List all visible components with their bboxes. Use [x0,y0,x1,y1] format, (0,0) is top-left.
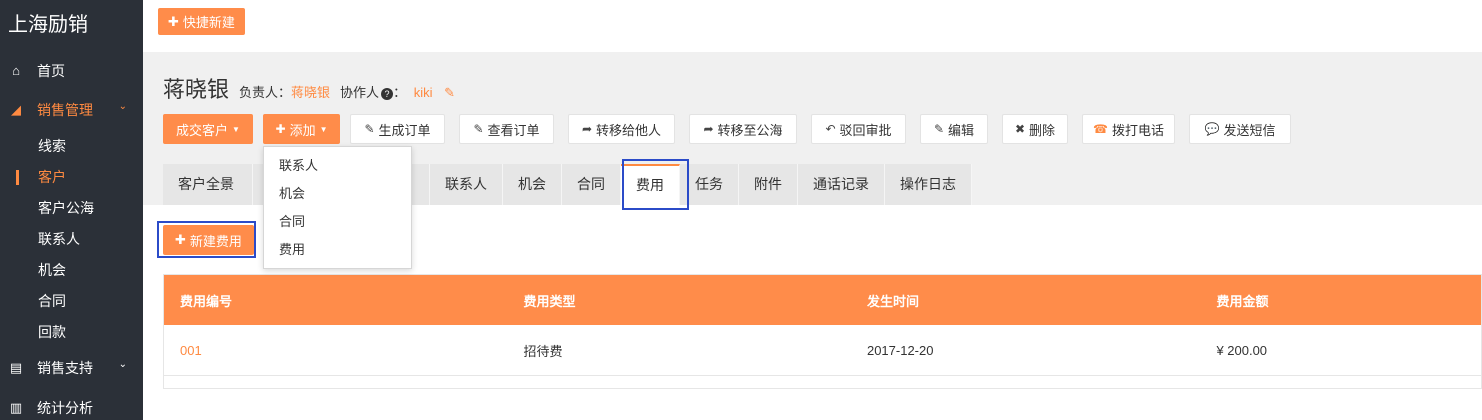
owner-name[interactable]: 蒋晓银 [291,85,330,100]
chevron-down-icon: ⌄ [118,101,127,112]
home-icon: ⌂ [12,63,20,78]
collaborator-colon: ： [393,85,407,100]
sidebar-item-contacts[interactable]: 联系人 [0,224,143,255]
chart-area-icon: ◢ [11,101,21,117]
column-header[interactable]: 费用金额 [1200,291,1481,310]
fee-amount: ¥ 200.00 [1216,342,1268,358]
pencil-icon[interactable]: ✎ [444,85,455,100]
column-header[interactable]: 发生时间 [851,291,1200,310]
tab-overview[interactable]: 客户全景 [163,164,253,205]
menu-item-contact[interactable]: 联系人 [264,152,411,180]
reject-approval-label: 驳回审批 [839,122,892,138]
menu-item-fee[interactable]: 费用 [264,236,411,264]
edit-icon: ✎ [473,122,484,136]
edit-button[interactable]: ✎ 编辑 [920,114,988,144]
table-row[interactable]: 001 招待费 2017-12-20 ¥ 200.00 [164,325,1481,376]
transfer-to-other-label: 转移给他人 [596,122,662,138]
tab-opportunities[interactable]: 机会 [503,164,562,205]
app: 上海励销 ⌂ 首页 ◢ 销售管理 ⌄ 线索 客户 客户公海 联系人 机会 合同 … [0,0,1482,420]
column-header[interactable]: 费用编号 [164,291,507,310]
fee-table: 费用编号 费用类型 发生时间 费用金额 001 招待费 2017-12-20 ¥… [163,274,1482,389]
tab-call-records[interactable]: 通话记录 [798,164,885,205]
edit-icon: ✎ [933,122,945,136]
edit-icon: ✎ [364,122,375,136]
fee-type: 招待费 [523,343,563,359]
quick-new-button[interactable]: ✚ 快捷新建 [158,8,245,35]
table-footer [164,376,1481,388]
sidebar-item-label: 销售支持 [37,359,93,376]
send-sms-label: 发送短信 [1223,122,1276,138]
tab-operation-log[interactable]: 操作日志 [885,164,972,205]
customer-header: 蒋晓银 负责人：蒋晓银 协作人?： kiki ✎ [163,72,455,104]
sidebar-item-customers[interactable]: 客户 [0,162,143,193]
column-header[interactable]: 费用类型 [507,291,850,310]
top-bar: ✚ 快捷新建 [143,0,1482,52]
comment-icon: 💬 [1204,122,1220,136]
sidebar: 上海励销 ⌂ 首页 ◢ 销售管理 ⌄ 线索 客户 客户公海 联系人 机会 合同 … [0,0,143,420]
sidebar-item-sales-management[interactable]: ◢ 销售管理 ⌄ [0,94,143,125]
highlight-box-fee-tab [622,159,689,210]
collaborator-info: 协作人?： kiki ✎ [340,82,455,101]
generate-order-button[interactable]: ✎ 生成订单 [350,114,445,144]
table-header: 费用编号 费用类型 发生时间 费用金额 [164,275,1481,325]
collaborator-name[interactable]: kiki [414,85,433,100]
plus-icon: ✚ [168,13,179,29]
sidebar-item-contracts[interactable]: 合同 [0,286,143,317]
phone-icon: ☎ [1093,122,1108,136]
add-label: 添加 [289,122,316,138]
sidebar-item-opportunities[interactable]: 机会 [0,255,143,286]
plus-icon: ✚ [275,122,286,136]
caret-down-icon: ▼ [232,124,240,134]
sidebar-item-payments[interactable]: 回款 [0,317,143,348]
fee-id-link[interactable]: 001 [164,343,507,358]
reply-icon: ↶ [825,122,836,136]
collaborator-label: 协作人 [340,85,380,100]
sidebar-item-label: 首页 [37,62,65,79]
generate-order-label: 生成订单 [378,122,431,138]
caret-down-icon: ▼ [319,124,328,134]
send-sms-button[interactable]: 💬 发送短信 [1189,114,1291,144]
sidebar-item-sales-support[interactable]: ▤ 销售支持 ⌄ [0,352,143,383]
add-dropdown-menu: 联系人 机会 合同 费用 [263,146,412,269]
menu-item-contract[interactable]: 合同 [264,208,411,236]
tab-attachments[interactable]: 附件 [739,164,798,205]
page-title: 蒋晓银 [163,77,230,102]
deal-customer-button[interactable]: 成交客户 ▼ [163,114,253,144]
sidebar-item-home[interactable]: ⌂ 首页 [0,55,143,86]
menu-item-opportunity[interactable]: 机会 [264,180,411,208]
call-button[interactable]: ☎ 拨打电话 [1082,114,1175,144]
share-icon: ➦ [581,122,593,136]
reject-approval-button[interactable]: ↶ 驳回审批 [811,114,906,144]
view-order-button[interactable]: ✎ 查看订单 [459,114,554,144]
call-label: 拨打电话 [1111,122,1164,138]
owner-label: 负责人： [239,85,292,100]
sidebar-item-label: 销售管理 [37,101,93,118]
owner-info: 负责人：蒋晓银 [239,82,330,101]
edit-label: 编辑 [948,122,975,138]
sidebar-item-customer-pool[interactable]: 客户公海 [0,193,143,224]
tab-contacts[interactable]: 联系人 [430,164,503,205]
question-icon[interactable]: ? [381,88,394,100]
deal-customer-label: 成交客户 [176,122,229,138]
delete-button[interactable]: ✖ 删除 [1002,114,1068,144]
file-icon: ▤ [9,359,23,375]
sidebar-item-statistics[interactable]: ▥ 统计分析 [0,392,143,420]
tab-contracts[interactable]: 合同 [562,164,621,205]
sidebar-item-leads[interactable]: 线索 [0,131,143,162]
view-order-label: 查看订单 [487,122,540,138]
quick-new-label: 快捷新建 [182,15,235,30]
transfer-to-other-button[interactable]: ➦ 转移给他人 [568,114,675,144]
transfer-to-pool-label: 转移至公海 [717,122,783,138]
brand-logo: 上海励销 [8,14,88,36]
fee-date: 2017-12-20 [866,342,934,358]
close-icon: ✖ [1014,122,1026,136]
share-icon: ➦ [703,122,714,136]
highlight-box-new-fee [157,221,256,258]
chevron-down-icon: ⌄ [118,359,127,370]
sidebar-item-label: 统计分析 [37,399,93,416]
bar-chart-icon: ▥ [9,399,23,415]
delete-label: 删除 [1029,122,1056,138]
add-button[interactable]: ✚ 添加 ▼ [263,114,340,144]
transfer-to-pool-button[interactable]: ➦ 转移至公海 [689,114,797,144]
